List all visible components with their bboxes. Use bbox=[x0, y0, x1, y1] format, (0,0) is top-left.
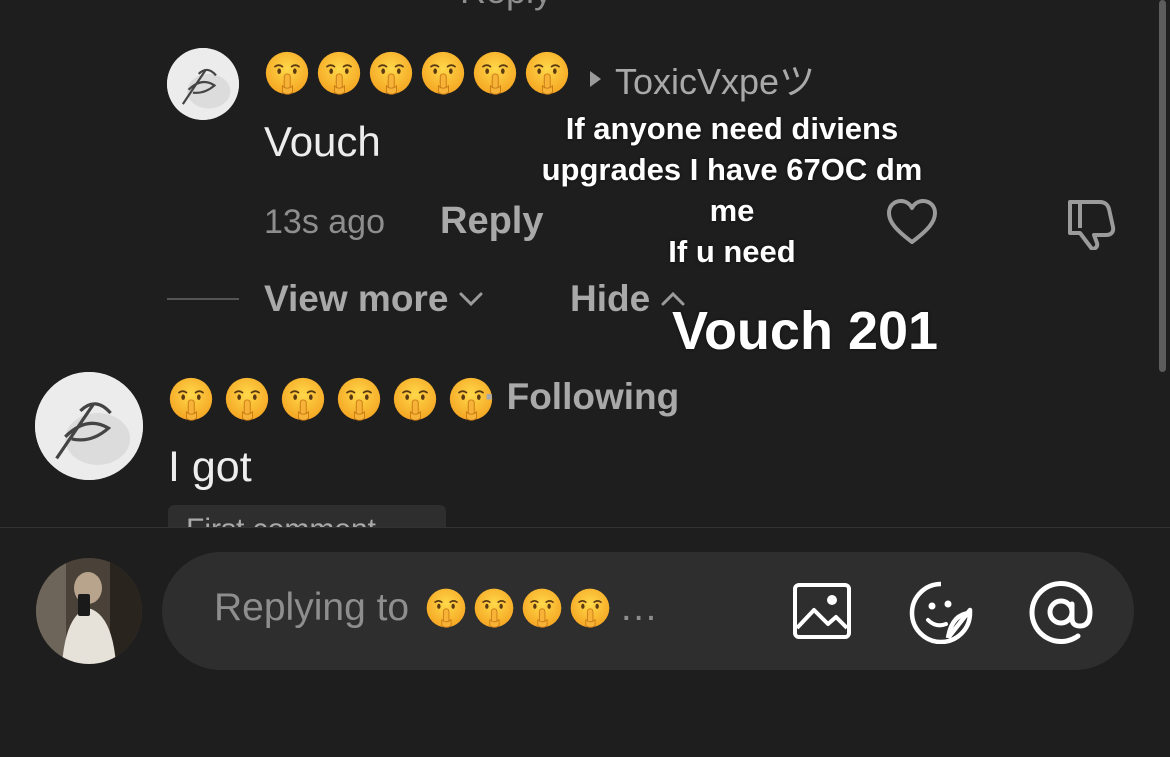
shushing-face-icon bbox=[472, 50, 518, 96]
view-more-label: View more bbox=[264, 278, 449, 319]
previous-reply-partial: Reply bbox=[460, 0, 552, 12]
shushing-face-icon bbox=[168, 376, 214, 422]
shushing-face-icon bbox=[264, 50, 310, 96]
thread-divider-line bbox=[167, 298, 239, 300]
placeholder-prefix: Replying to bbox=[214, 586, 410, 629]
image-icon bbox=[793, 583, 851, 639]
shushing-face-icon bbox=[521, 587, 563, 629]
overlay-big-caption: Vouch 201 bbox=[671, 301, 939, 361]
placeholder-ellipsis: … bbox=[619, 586, 659, 629]
chevron-down-icon bbox=[459, 292, 483, 307]
at-icon bbox=[1029, 581, 1093, 644]
reply-comment-text: Vouch bbox=[264, 118, 381, 165]
overlay-caption: If anyone need diviens upgrades I have 6… bbox=[512, 108, 952, 272]
overlay-line: If anyone need diviens bbox=[565, 111, 899, 146]
view-more-button[interactable]: View more bbox=[264, 278, 484, 320]
overlay-line: If u need bbox=[668, 234, 796, 269]
sticker-icon bbox=[909, 581, 973, 644]
replied-user-name[interactable]: ToxicVxpeツ bbox=[615, 53, 815, 105]
shushing-face-icon bbox=[224, 376, 270, 422]
user-photo-icon bbox=[36, 558, 142, 664]
shushing-face-icon bbox=[524, 50, 570, 96]
sticker-button[interactable] bbox=[908, 580, 974, 644]
reply-input[interactable]: Replying to … bbox=[162, 552, 1134, 670]
comment-author-emoji-name[interactable] bbox=[168, 376, 494, 422]
mention-button[interactable] bbox=[1028, 580, 1094, 644]
shushing-face-icon bbox=[368, 50, 414, 96]
placeholder-emoji-name bbox=[425, 587, 611, 629]
thumbs-down-icon bbox=[1068, 200, 1116, 250]
replying-to-indicator[interactable]: ToxicVxpeツ bbox=[590, 53, 815, 105]
comment-text: I got bbox=[168, 443, 252, 491]
avatar-logo-icon bbox=[167, 48, 239, 120]
reply-timestamp: 13s ago bbox=[264, 203, 385, 241]
dislike-button[interactable] bbox=[1064, 196, 1120, 250]
overlay-line: me bbox=[709, 193, 755, 228]
hide-label: Hide bbox=[570, 278, 651, 319]
shushing-face-icon bbox=[569, 587, 611, 629]
reply-avatar[interactable] bbox=[167, 48, 239, 120]
reply-placeholder: Replying to … bbox=[214, 586, 658, 630]
comment-avatar[interactable] bbox=[35, 372, 143, 480]
reply-author-emoji-name[interactable] bbox=[264, 50, 570, 96]
shushing-face-icon bbox=[473, 587, 515, 629]
caret-right-icon bbox=[590, 71, 601, 87]
avatar-logo-icon bbox=[35, 372, 143, 480]
overlay-line: upgrades I have 67OC dm bbox=[541, 152, 923, 187]
shushing-face-icon bbox=[280, 376, 326, 422]
following-badge: · Following bbox=[484, 376, 680, 417]
shushing-face-icon bbox=[425, 587, 467, 629]
add-image-button[interactable] bbox=[792, 582, 852, 640]
shushing-face-icon bbox=[316, 50, 362, 96]
shushing-face-icon bbox=[392, 376, 438, 422]
shushing-face-icon bbox=[336, 376, 382, 422]
current-user-avatar[interactable] bbox=[36, 558, 142, 664]
shushing-face-icon bbox=[420, 50, 466, 96]
scrollbar[interactable] bbox=[1159, 0, 1166, 372]
